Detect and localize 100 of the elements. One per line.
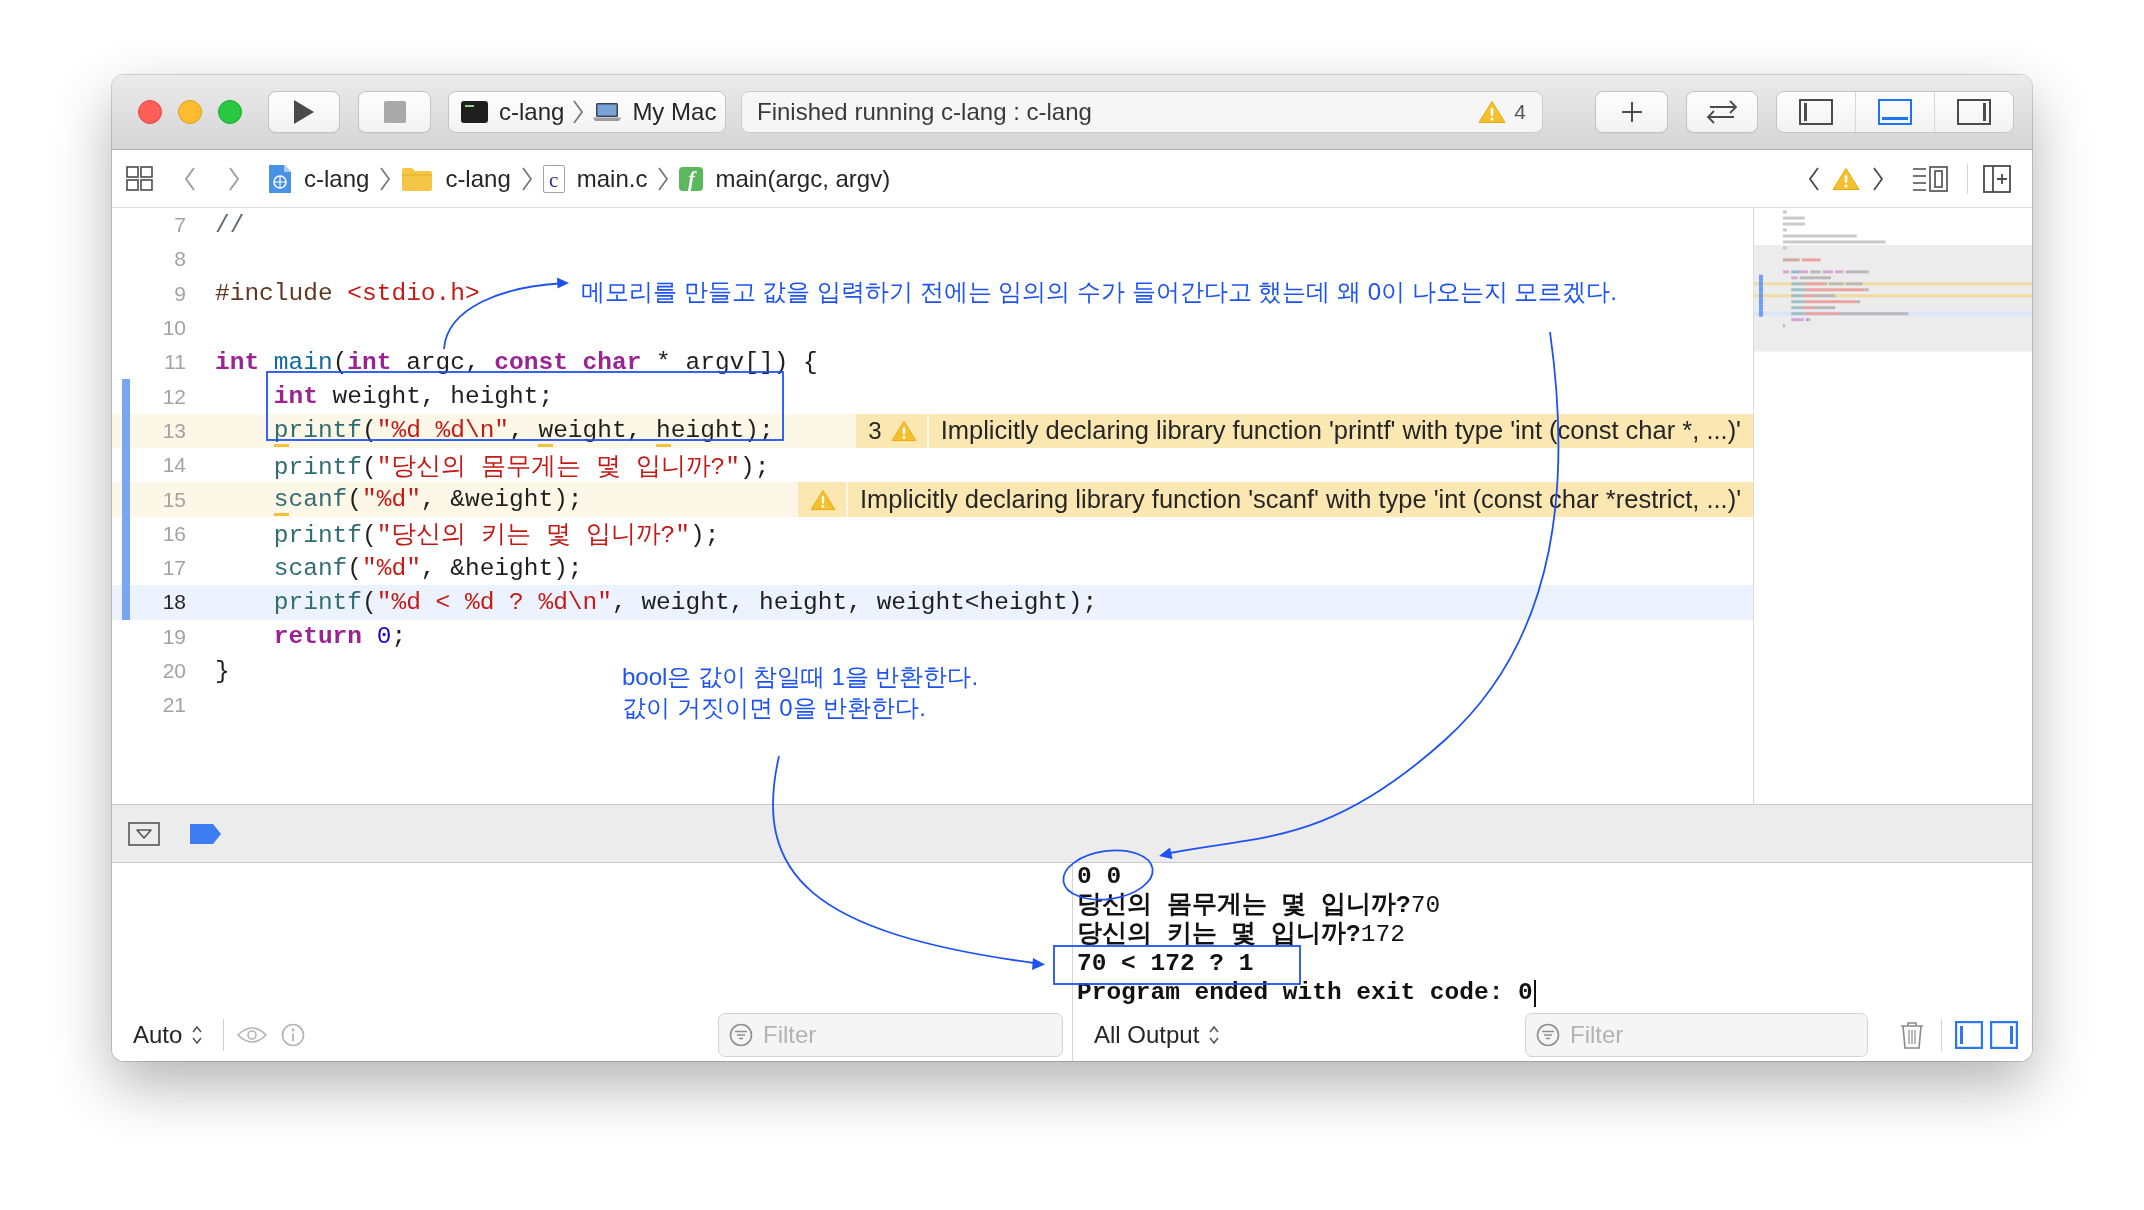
trash-icon xyxy=(1900,1021,1924,1049)
two-way-arrows-icon xyxy=(1705,99,1739,125)
right-panel-icon xyxy=(1957,99,1991,125)
warning-count-button[interactable]: 4 xyxy=(1478,100,1526,124)
status-text: Finished running c-lang : c-lang xyxy=(757,98,1093,126)
console-line: 70 < 172 ? 1 xyxy=(1077,952,1254,977)
forward-button[interactable] xyxy=(228,165,240,192)
function-icon: f xyxy=(679,166,704,191)
filter-field[interactable]: Filter xyxy=(1525,1013,1868,1057)
line-number: 9 xyxy=(173,281,186,306)
chevron-icon xyxy=(520,165,533,192)
chevron-left-icon xyxy=(184,165,196,192)
up-down-chevron-icon xyxy=(191,1024,204,1046)
warning-icon xyxy=(1832,166,1860,191)
line-number: 17 xyxy=(161,556,186,581)
console-line: 당신의 몸무게는 몇 입니까?70 xyxy=(1077,894,1441,919)
editor-options-button[interactable] xyxy=(1912,165,1948,192)
line-number: 21 xyxy=(161,693,186,718)
add-editor-button[interactable] xyxy=(1983,164,2011,193)
split-plus-icon xyxy=(1983,164,2011,193)
code-line: printf("당신의 키는 몇 입니까?"); xyxy=(272,521,720,551)
code-line: printf("당신의 몸무게는 몇 입니까?"); xyxy=(272,452,770,482)
zoom-button[interactable] xyxy=(218,100,242,124)
console-line: 당신의 키는 몇 입니까?172 xyxy=(1077,923,1405,948)
code-line: // xyxy=(215,211,245,239)
chevron-right-icon xyxy=(1872,165,1884,192)
code-line: return 0; xyxy=(272,623,407,651)
back-button[interactable] xyxy=(184,165,196,192)
line-number: 18 xyxy=(161,590,186,615)
folder-icon xyxy=(401,165,434,192)
related-items-button[interactable] xyxy=(126,165,154,192)
plus-icon xyxy=(1620,101,1643,123)
line-number: 14 xyxy=(161,453,186,478)
compare-button[interactable] xyxy=(1686,91,1758,133)
info-icon xyxy=(281,1023,306,1047)
line-number: 8 xyxy=(173,247,186,272)
eye-icon xyxy=(237,1025,268,1045)
scheme-menu-button[interactable]: c-lang xyxy=(461,98,565,126)
console-line: 0 0 xyxy=(1077,865,1122,890)
previous-issue-button[interactable] xyxy=(1808,165,1820,192)
laptop-icon xyxy=(593,102,622,122)
scope-popup-button[interactable]: Auto xyxy=(133,1021,204,1049)
line-number: 13 xyxy=(161,418,186,443)
breadcrumb-item[interactable]: c main.c xyxy=(542,164,648,193)
left-panel-icon xyxy=(1799,99,1833,125)
variables-pane-toggle[interactable] xyxy=(1955,1021,1983,1049)
run-button[interactable] xyxy=(268,91,340,133)
code-line: #include <stdio.h> xyxy=(215,280,480,308)
hide-debug-area-button[interactable] xyxy=(128,821,160,846)
up-down-chevron-icon xyxy=(1208,1024,1221,1046)
code-line: printf("%d < %d ? %d\n", weight, height, weight<height); xyxy=(272,588,1098,616)
chevron-right-icon xyxy=(228,165,240,192)
console-line: Program ended with exit code: 0 xyxy=(1077,981,1533,1006)
grid-icon xyxy=(126,165,154,192)
code-line: scanf("%d", &weight); xyxy=(215,486,583,513)
issue-badge[interactable]: 3 xyxy=(856,413,927,449)
filter-field[interactable]: Filter xyxy=(718,1013,1063,1057)
lines-and-panel-icon xyxy=(1912,165,1948,192)
chevron-icon xyxy=(379,165,392,192)
annotation-note: bool은 값이 참일때 1을 반환한다. xyxy=(622,662,979,692)
breakpoints-button[interactable] xyxy=(190,823,221,844)
line-number: 20 xyxy=(161,659,186,683)
code-line: printf("%d %d\n", weight, height); xyxy=(215,417,774,445)
breadcrumb-item[interactable]: f main(argc, argv) xyxy=(679,164,891,193)
line-number: 7 xyxy=(173,213,186,238)
filter-icon xyxy=(729,1023,753,1047)
destination-menu-button[interactable]: My Mac xyxy=(593,98,717,126)
terminal-icon xyxy=(461,101,488,123)
file-icon: c xyxy=(542,164,565,193)
line-number: 11 xyxy=(163,350,186,375)
add-button[interactable] xyxy=(1595,91,1668,133)
line-number: 12 xyxy=(161,384,186,409)
warning-icon xyxy=(1478,100,1507,124)
annotation-note: 메모리를 만들고 값을 입력하기 전에는 임의의 수가 들어간다고 했는데 왜 0이 나오는지 모르겠다. xyxy=(581,277,1618,307)
stop-button[interactable] xyxy=(358,91,431,133)
project-icon xyxy=(268,163,292,194)
down-triangle-box-icon xyxy=(128,821,160,846)
clear-console-button[interactable] xyxy=(1900,1021,1924,1049)
bottom-panel-icon xyxy=(1878,99,1912,125)
line-number: 15 xyxy=(161,487,186,512)
console-pane-toggle[interactable] xyxy=(1990,1021,2018,1049)
chevron-icon xyxy=(657,165,670,192)
next-issue-button[interactable] xyxy=(1872,165,1884,192)
filter-icon xyxy=(1536,1023,1560,1047)
line-number: 19 xyxy=(161,624,186,649)
warning-icon xyxy=(890,419,917,442)
chevron-icon xyxy=(572,99,585,125)
code-line: int weight, height; xyxy=(272,383,554,411)
annotation-note: 값이 거짓이면 0을 반환한다. xyxy=(622,693,927,723)
breadcrumb-item[interactable]: c-lang xyxy=(401,164,511,193)
code-line: } xyxy=(215,657,230,685)
line-number: 16 xyxy=(161,521,186,546)
code-line: int main(int argc, const char * argv[]) { xyxy=(215,348,818,376)
code-line: scanf("%d", &height); xyxy=(272,554,583,582)
chevron-left-icon xyxy=(1808,165,1820,192)
warning-icon xyxy=(809,488,836,511)
breadcrumb-item[interactable]: c-lang xyxy=(268,163,370,194)
line-number: 10 xyxy=(161,316,186,341)
output-mode-popup-button[interactable]: All Output xyxy=(1094,1021,1221,1049)
close-button[interactable] xyxy=(138,100,162,124)
